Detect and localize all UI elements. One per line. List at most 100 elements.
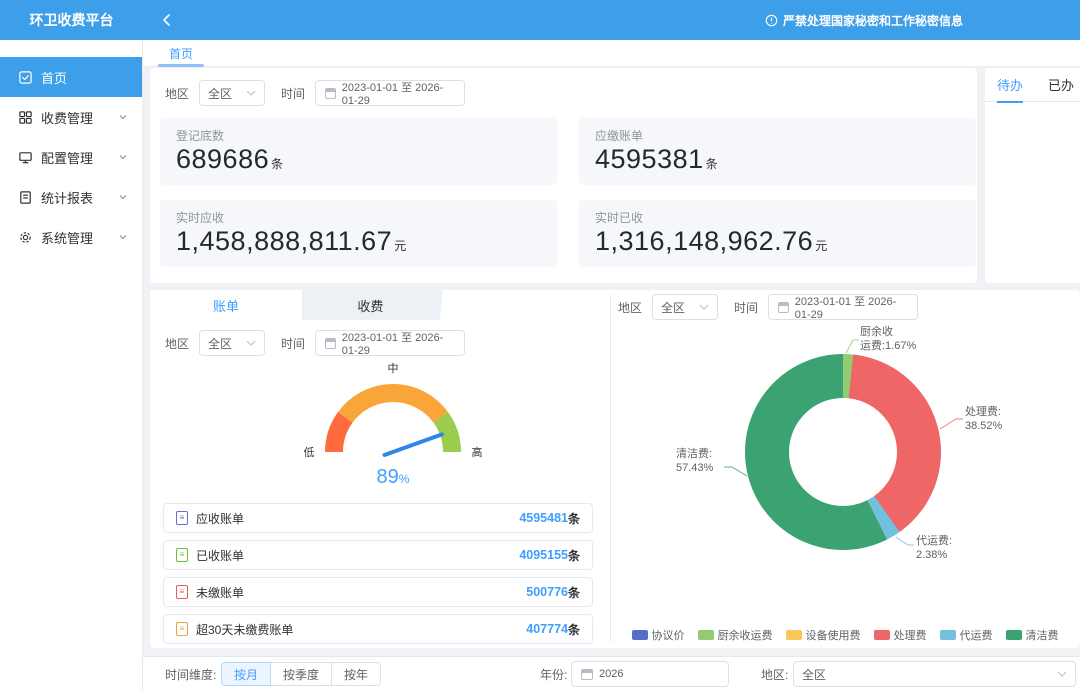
svg-text:中: 中: [388, 362, 399, 375]
legend-label: 厨余收运费: [718, 627, 773, 643]
region-select[interactable]: 全区: [199, 330, 265, 356]
tab-charge-label: 收费: [358, 296, 384, 315]
date-range-value: 2023-01-01 至 2026-01-29: [342, 329, 455, 357]
tab-active-indicator: [158, 64, 204, 67]
region-filter-label: 地区: [165, 335, 189, 352]
stat-value: 689686条: [176, 144, 541, 175]
svg-text:高: 高: [472, 445, 483, 459]
date-range-input[interactable]: 2023-01-01 至 2026-01-29: [768, 294, 918, 320]
legend-swatch-icon: [786, 630, 802, 640]
legend-item[interactable]: 清洁费: [1006, 627, 1059, 643]
document-icon: ≡: [176, 622, 188, 636]
legend-label: 协议价: [652, 627, 685, 643]
stat-label: 登记底数: [176, 127, 541, 144]
time-filter-label: 时间: [734, 299, 758, 316]
sidebar-item-config-management[interactable]: 配置管理: [0, 137, 142, 177]
stat-tile-realtime-received: 实时已收 1,316,148,962.76元: [579, 200, 976, 267]
region-select-value: 全区: [208, 85, 232, 102]
stat-unit: 元: [815, 239, 828, 253]
legend-swatch-icon: [698, 630, 714, 640]
bill-list-row-overdue-30days[interactable]: ≡ 超30天未缴费账单 407774 条: [163, 614, 593, 644]
year-input[interactable]: 2026: [571, 661, 729, 687]
bill-row-unit: 条: [568, 584, 580, 601]
time-filter-label: 时间: [281, 85, 305, 102]
bill-row-unit: 条: [568, 547, 580, 564]
monitor-icon: [18, 150, 33, 165]
svg-text:低: 低: [304, 446, 315, 459]
sidebar-item-label: 首页: [41, 68, 67, 87]
stat-value: 1,458,888,811.67元: [176, 226, 541, 257]
tab-done[interactable]: 已办: [1048, 68, 1074, 102]
gear-icon: [18, 230, 33, 245]
tab-charge[interactable]: 收费: [299, 290, 443, 320]
grid-icon: [18, 110, 33, 125]
calendar-icon: [325, 338, 336, 349]
date-range-value: 2023-01-01 至 2026-01-29: [342, 79, 455, 107]
region-select[interactable]: 全区: [652, 294, 718, 320]
charts-card: 收费 账单 地区 全区 时间 2023-01-01 至 2026-01-29 低…: [150, 290, 1080, 648]
legend-item[interactable]: 厨余收运费: [698, 627, 773, 643]
date-range-input[interactable]: 2023-01-01 至 2026-01-29: [315, 80, 465, 106]
pie-label-agency-transport-fee: 代运费:2.38%: [916, 535, 952, 563]
button-by-year[interactable]: 按年: [331, 662, 381, 686]
bill-list-row-received[interactable]: ≡ 已收账单 4095155 条: [163, 540, 593, 570]
legend-item[interactable]: 代运费: [940, 627, 993, 643]
back-button[interactable]: [155, 8, 179, 32]
tab-home-label: 首页: [169, 45, 193, 62]
legend-swatch-icon: [874, 630, 890, 640]
tab-bill[interactable]: 账单: [150, 290, 302, 320]
bill-row-unit: 条: [568, 621, 580, 638]
chevron-down-icon: [118, 192, 128, 202]
chevron-down-icon: [246, 90, 256, 96]
time-dimension-segmented-control: 按月 按季度 按年: [221, 662, 381, 686]
legend-item[interactable]: 处理费: [874, 627, 927, 643]
legend-swatch-icon: [940, 630, 956, 640]
donut-legend: 协议价 厨余收运费设备使用费 处理费代运费清洁费: [610, 627, 1080, 643]
button-by-quarter[interactable]: 按季度: [270, 662, 332, 686]
legend-swatch-icon: [1006, 630, 1022, 640]
legend-item[interactable]: 设备使用费: [786, 627, 861, 643]
stat-unit: 元: [394, 239, 407, 253]
fee-panel: 地区 全区 时间 2023-01-01 至 2026-01-29: [610, 290, 1080, 648]
region-filter-label: 地区: [165, 85, 189, 102]
bill-list-row-receivable[interactable]: ≡ 应收账单 4595481 条: [163, 503, 593, 533]
report-icon: [18, 190, 33, 205]
document-icon: ≡: [176, 548, 188, 562]
bill-row-label: 超30天未缴费账单: [196, 621, 293, 638]
gauge-value-unit: %: [399, 472, 410, 486]
todo-card: 待办 已办: [985, 68, 1080, 283]
date-range-input[interactable]: 2023-01-01 至 2026-01-29: [315, 330, 465, 356]
region-filter-label: 地区: [618, 299, 642, 316]
todo-tabs: 待办 已办: [985, 68, 1080, 102]
tab-home[interactable]: 首页: [157, 40, 205, 67]
legend-label: 处理费: [894, 627, 927, 643]
bill-row-label: 已收账单: [196, 547, 244, 564]
chevron-down-icon: [246, 340, 256, 346]
bill-row-label: 未缴账单: [196, 584, 244, 601]
checkbox-icon: [18, 70, 33, 85]
gauge-value-number: 89: [377, 466, 399, 488]
bottom-region-select[interactable]: 全区: [793, 661, 1076, 687]
gauge-value: 89%: [293, 466, 493, 489]
tab-todo[interactable]: 待办: [997, 68, 1023, 102]
calendar-icon: [778, 302, 789, 313]
sidebar-item-system-management[interactable]: 系统管理: [0, 217, 142, 257]
sidebar-item-label: 统计报表: [41, 188, 93, 207]
stat-tile-registered-base: 登记底数 689686条: [160, 118, 557, 185]
region-select[interactable]: 全区: [199, 80, 265, 106]
bill-list-row-unpaid[interactable]: ≡ 未缴账单 500776 条: [163, 577, 593, 607]
sidebar-item-statistics-report[interactable]: 统计报表: [0, 177, 142, 217]
security-warning-text: 严禁处理国家秘密和工作秘密信息: [783, 12, 963, 29]
donut-hole: [789, 398, 897, 506]
legend-item[interactable]: 协议价: [632, 627, 685, 643]
sidebar-item-home[interactable]: 首页: [0, 57, 142, 97]
bottom-region-label: 地区:: [761, 657, 788, 691]
button-by-month[interactable]: 按月: [221, 662, 271, 686]
stat-label: 应缴账单: [595, 127, 960, 144]
bill-row-value: 4595481: [519, 511, 568, 525]
security-warning: 严禁处理国家秘密和工作秘密信息: [765, 0, 963, 40]
sidebar-item-charge-management[interactable]: 收费管理: [0, 97, 142, 137]
sidebar-item-label: 收费管理: [41, 108, 93, 127]
bill-row-label: 应收账单: [196, 510, 244, 527]
pie-label-cleaning-fee: 清洁费:57.43%: [676, 448, 713, 476]
